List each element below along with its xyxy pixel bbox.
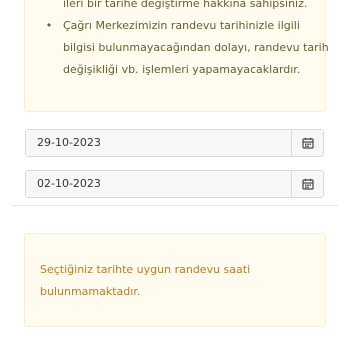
calendar-button[interactable] <box>291 171 323 197</box>
calendar-icon <box>301 178 314 190</box>
no-availability-message: Seçtiğiniz tarihte uygun randevu saati b… <box>40 263 251 298</box>
calendar-button[interactable] <box>291 130 323 156</box>
warning-notice: Seçtiğiniz tarihte uygun randevu saati b… <box>24 233 326 327</box>
bullet-icon: • <box>45 19 53 32</box>
info-notice: ileri bir tarihe değiştirme hakkına sahi… <box>24 0 329 112</box>
notice-bullet-text: Çağrı Merkezimizin randevu tarihinizle i… <box>63 19 329 76</box>
date-field-2: 02-10-2023 <box>25 170 324 198</box>
calendar-icon <box>301 137 314 149</box>
date-field-1: 29-10-2023 <box>25 129 324 157</box>
appointment-panel: ileri bir tarihe değiştirme hakkına sahi… <box>0 0 350 350</box>
divider <box>12 205 338 206</box>
date-input[interactable]: 02-10-2023 <box>26 171 291 197</box>
notice-text-line: ileri bir tarihe değiştirme hakkına sahi… <box>63 0 308 10</box>
date-input[interactable]: 29-10-2023 <box>26 130 291 156</box>
